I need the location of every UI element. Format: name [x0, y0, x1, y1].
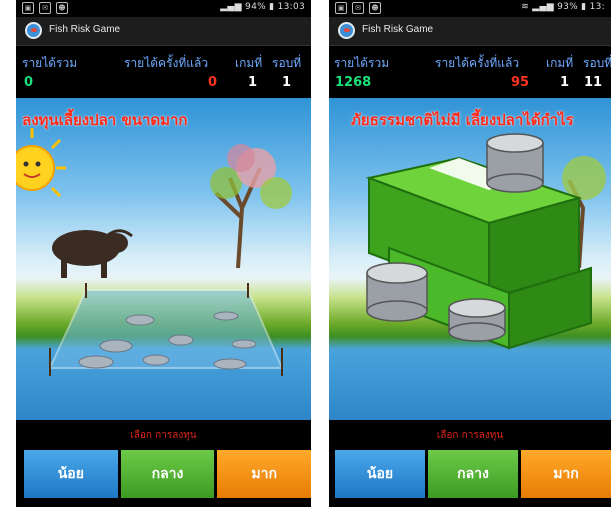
- clock: 13:: [589, 2, 605, 12]
- coin-stack-icon: [366, 262, 428, 322]
- coin-stack-icon: [486, 133, 544, 193]
- score-panel: รายได้รวม รายได้ครั้งที่แล้ว เกมที่ รอบท…: [329, 46, 611, 98]
- battery-icon: ▮: [269, 2, 275, 12]
- total-income-value: 1268: [335, 75, 372, 90]
- status-right: ≋ ▂▄▆ 93% ▮ 13:: [521, 2, 605, 12]
- notification-icon: ✉: [39, 2, 51, 14]
- invest-large-button[interactable]: มาก: [521, 450, 611, 498]
- fish-icon: [168, 334, 194, 346]
- signal-icon: ▂▄▆: [532, 2, 554, 12]
- signal-icon: ▂▄▆: [220, 2, 242, 12]
- app-title: Fish Risk Game: [49, 24, 121, 35]
- coin-stack-icon: [448, 298, 506, 342]
- round-value: 1: [282, 75, 292, 90]
- phone-screen-left: ▣ ✉ ☻ ▂▄▆ 94% ▮ 13:03 Fish Risk Game ราย…: [16, 0, 311, 507]
- total-income-value: 0: [24, 75, 34, 90]
- buffalo-icon: [52, 229, 133, 278]
- battery-level: 94%: [245, 2, 266, 12]
- fish-icon: [213, 358, 247, 370]
- last-income-label: รายได้ครั้งที่แล้ว: [124, 56, 209, 70]
- last-income-value: 0: [208, 75, 218, 90]
- total-income-label: รายได้รวม: [334, 56, 390, 70]
- round-label: รอบที่: [583, 56, 611, 70]
- clock: 13:03: [277, 2, 305, 12]
- battery-icon: ▮: [581, 2, 587, 12]
- sun-icon: [16, 128, 66, 198]
- fish-icon: [231, 339, 257, 349]
- game-scene-pond: ลงทุนเลี้ยงปลา ขนาดมาก: [16, 98, 311, 420]
- invest-medium-button[interactable]: กลาง: [120, 450, 215, 498]
- game-value: 1: [560, 75, 570, 90]
- last-income-value: 95: [511, 75, 530, 90]
- round-value: 11: [584, 75, 603, 90]
- total-income-label: รายได้รวม: [22, 56, 78, 70]
- status-bar: ▣ ✉ ☻ ▂▄▆ 94% ▮ 13:03: [16, 0, 311, 17]
- choose-investment-prompt: เลือก การลงทุน: [436, 430, 504, 441]
- game-label: เกมที่: [235, 56, 263, 70]
- fish-icon: [78, 355, 114, 369]
- battery-level: 93%: [557, 2, 578, 12]
- investment-buttons: น้อย กลาง มาก: [24, 450, 311, 498]
- last-income-label: รายได้ครั้งที่แล้ว: [435, 56, 520, 70]
- app-titlebar: Fish Risk Game: [16, 17, 311, 46]
- score-panel: รายได้รวม รายได้ครั้งที่แล้ว เกมที่ รอบท…: [16, 46, 311, 98]
- app-logo-icon: [338, 22, 355, 39]
- notification-icon: ▣: [22, 2, 34, 14]
- fish-icon: [99, 339, 133, 353]
- app-titlebar: Fish Risk Game: [329, 17, 611, 46]
- notification-icon: ☻: [56, 2, 68, 14]
- invest-medium-button[interactable]: กลาง: [428, 450, 518, 498]
- invest-large-button[interactable]: มาก: [217, 450, 311, 498]
- investment-buttons: น้อย กลาง มาก: [335, 450, 611, 498]
- round-label: รอบที่: [272, 56, 302, 70]
- wifi-icon: ≋: [521, 2, 530, 12]
- game-label: เกมที่: [546, 56, 574, 70]
- notification-icon: ☻: [369, 2, 381, 14]
- app-logo-icon: [25, 22, 42, 39]
- fish-icon: [213, 311, 239, 321]
- status-bar: ▣ ✉ ☻ ≋ ▂▄▆ 93% ▮ 13:: [329, 0, 611, 17]
- game-value: 1: [248, 75, 258, 90]
- invest-small-button[interactable]: น้อย: [24, 450, 118, 498]
- invest-small-button[interactable]: น้อย: [335, 450, 425, 498]
- notification-icon: ▣: [335, 2, 347, 14]
- app-title: Fish Risk Game: [362, 24, 434, 35]
- result-banner: ลงทุนเลี้ยงปลา ขนาดมาก: [22, 111, 188, 129]
- tree-icon: [210, 144, 292, 269]
- game-scene-profit: ภัยธรรมชาติไม่มี เลี้ยงปลาได้กำไร: [329, 98, 611, 420]
- choose-investment-prompt: เลือก การลงทุน: [130, 430, 197, 441]
- phone-screen-right: ▣ ✉ ☻ ≋ ▂▄▆ 93% ▮ 13: Fish Risk Game ราย…: [329, 0, 611, 507]
- fish-icon: [125, 314, 155, 326]
- notification-icon: ✉: [352, 2, 364, 14]
- result-banner: ภัยธรรมชาติไม่มี เลี้ยงปลาได้กำไร: [351, 111, 574, 129]
- status-right: ▂▄▆ 94% ▮ 13:03: [220, 2, 305, 12]
- fish-icon: [142, 354, 170, 366]
